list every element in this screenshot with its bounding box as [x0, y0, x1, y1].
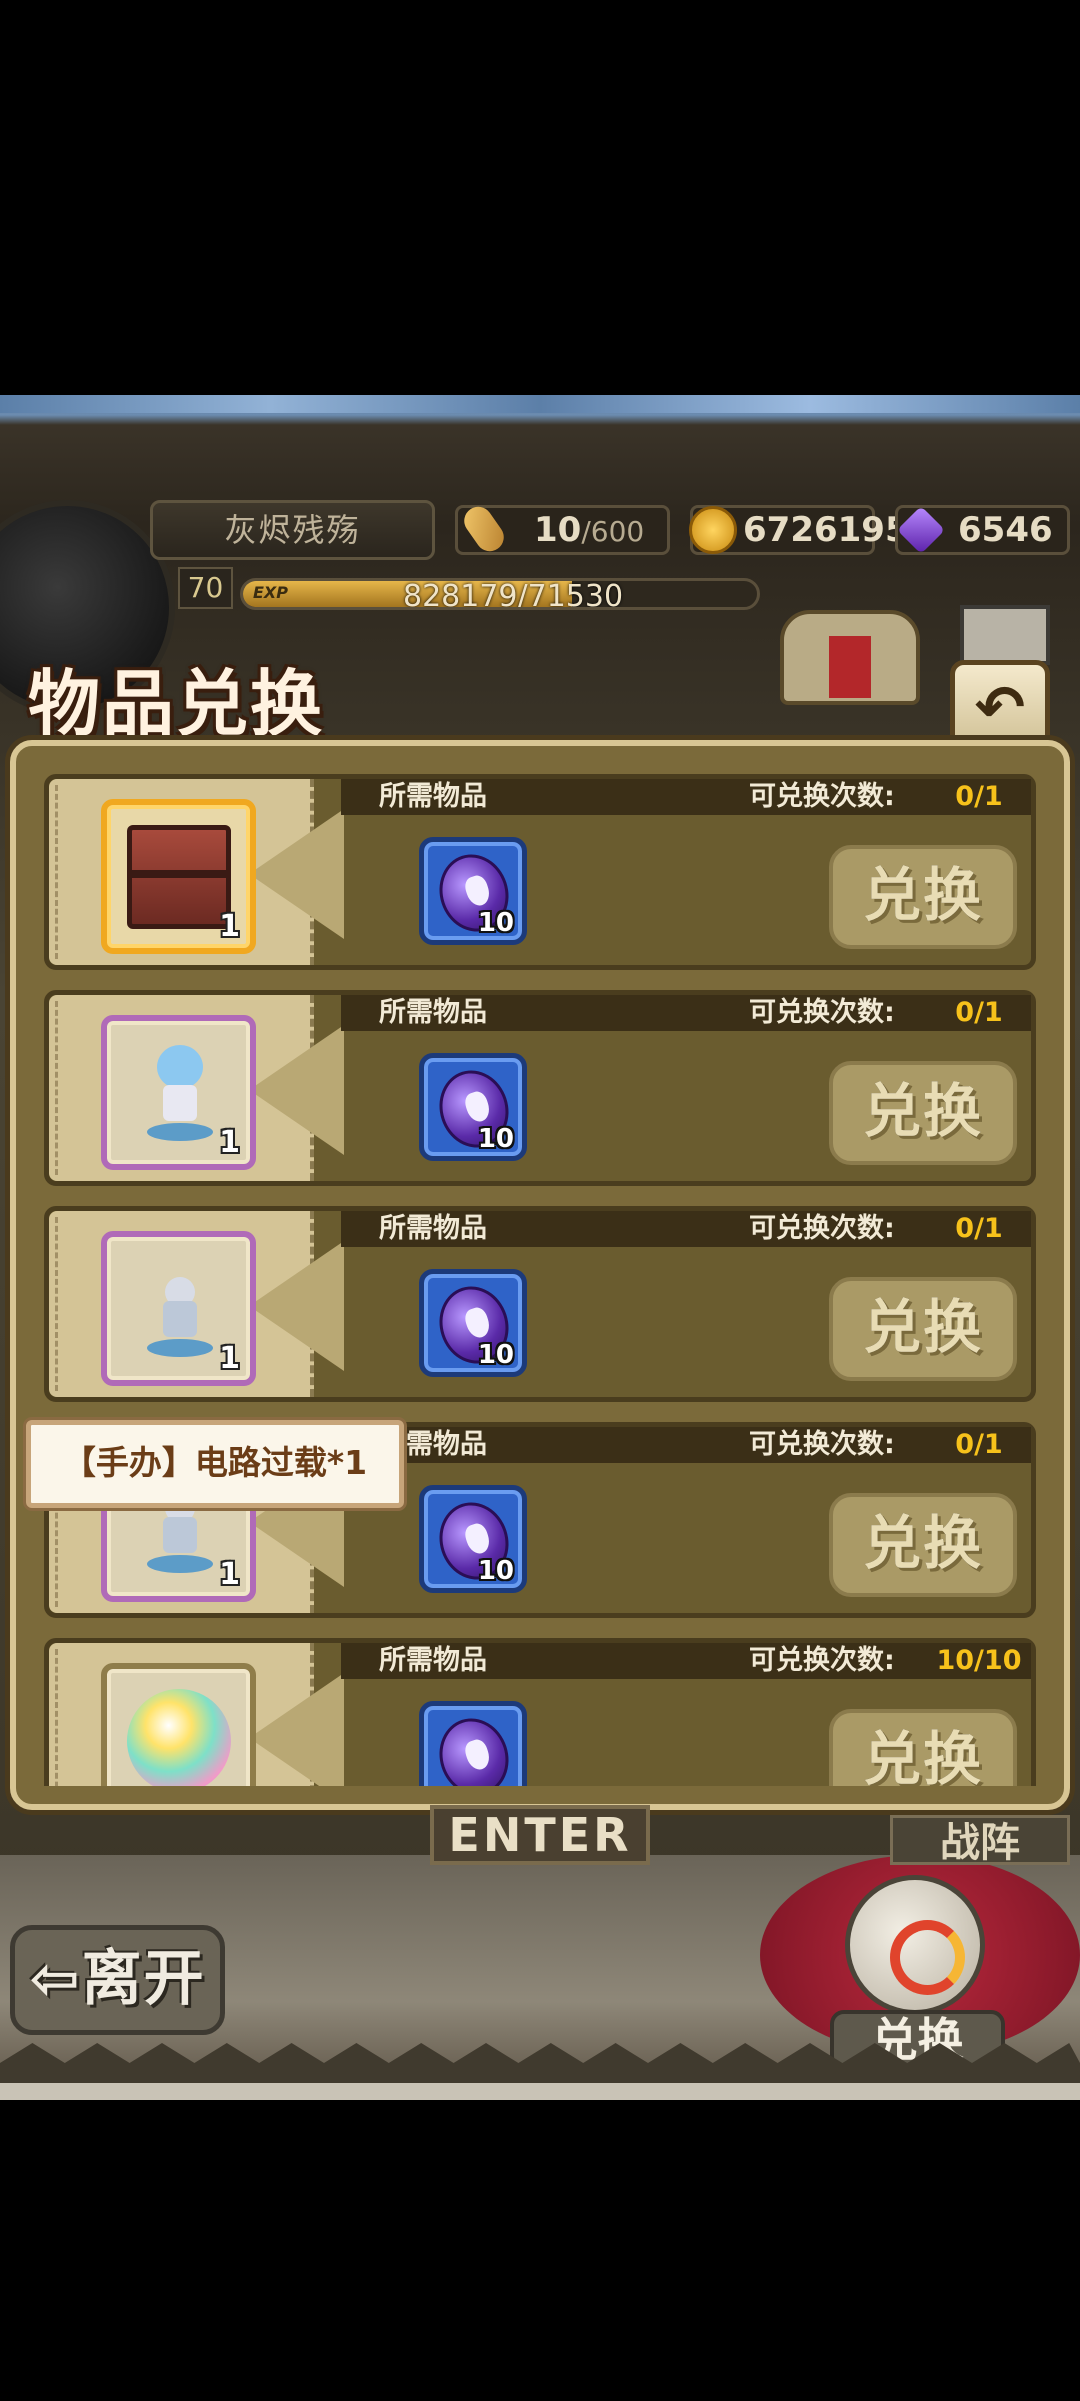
cost-item-slot[interactable]: 10: [419, 1053, 527, 1161]
exchange-button[interactable]: 兑换: [829, 845, 1017, 949]
exchange-row: 所需物品 可兑换次数: 10/10 兑换: [44, 1638, 1036, 1786]
exchange-button[interactable]: 兑换: [829, 1493, 1017, 1597]
game-screen: 灰烬残殇 10/600 6726195 6546 70 EXP 828179/7…: [0, 395, 1080, 2100]
reward-quantity: 1: [219, 1125, 240, 1160]
item-tooltip: 【手办】电路过载*1: [26, 1420, 404, 1508]
required-items-label: 所需物品: [379, 1213, 487, 1244]
gold-counter[interactable]: 6726195: [689, 505, 909, 555]
level-badge: 70: [178, 567, 233, 609]
bottom-strip: [0, 2083, 1080, 2100]
stamina-value: 10: [534, 510, 582, 550]
exp-bar: EXP 828179/71530: [240, 578, 760, 610]
gold-value: 6726195: [743, 510, 909, 550]
figure-icon: [127, 1041, 231, 1145]
exchange-button[interactable]: 兑换: [829, 1709, 1017, 1786]
exchange-nav-button[interactable]: 兑换: [820, 1875, 1010, 2075]
cost-quantity: 10: [477, 1340, 514, 1370]
gem-value: 6546: [958, 510, 1053, 550]
exchange-bag-icon: [845, 1875, 985, 2015]
battle-formation-sign[interactable]: 战阵: [890, 1815, 1070, 1866]
reward-slot[interactable]: 1: [101, 1231, 256, 1386]
cost-quantity: 10: [477, 1556, 514, 1586]
cost-item-slot[interactable]: 10: [419, 837, 527, 945]
required-items-label: 所需物品: [379, 1645, 487, 1676]
mail-icon[interactable]: [960, 605, 1050, 665]
cost-quantity: 10: [477, 1124, 514, 1154]
reward-quantity: 1: [219, 1557, 240, 1592]
exchange-limit-label: 可兑换次数:: [749, 781, 895, 812]
gem-counter[interactable]: 6546: [895, 505, 1070, 555]
exp-value: 828179/71530: [403, 579, 624, 610]
exchange-limit-value: 0/1: [955, 1429, 1003, 1460]
exp-label: EXP: [253, 583, 288, 602]
reward-quantity: 1: [219, 1341, 240, 1376]
purple-coin-icon: [429, 1709, 519, 1786]
required-items-label: 所需物品: [379, 997, 487, 1028]
exchange-limit-value: 0/1: [955, 997, 1003, 1028]
back-arrow-icon: ↶: [974, 673, 1026, 743]
orb-icon: [127, 1689, 231, 1786]
exchange-button[interactable]: 兑换: [829, 1061, 1017, 1165]
exchange-limit-value: 0/1: [955, 781, 1003, 812]
cost-item-slot[interactable]: 10: [419, 1485, 527, 1593]
gold-coin-icon: [689, 506, 737, 554]
left-arrow-icon: ⇦: [29, 1944, 82, 2014]
purple-gem-icon: [896, 505, 946, 555]
reward-slot[interactable]: 1: [101, 1015, 256, 1170]
required-items-label: 所需物品: [379, 781, 487, 812]
leave-label: 离开: [81, 1944, 206, 2014]
exchange-limit-label: 可兑换次数:: [749, 997, 895, 1028]
cost-item-slot[interactable]: [419, 1701, 527, 1786]
exchange-row: 1 所需物品 可兑换次数: 0/1 10 兑换: [44, 1206, 1036, 1402]
enter-sign[interactable]: ENTER: [430, 1805, 650, 1865]
exchange-limit-label: 可兑换次数:: [749, 1429, 895, 1460]
exchange-row: 1 所需物品 可兑换次数: 0/1 10 兑换: [44, 774, 1036, 970]
exchange-row: 1 所需物品 可兑换次数: 0/1 10 兑换: [44, 990, 1036, 1186]
stamina-max: /600: [581, 515, 645, 548]
reward-quantity: 1: [219, 909, 240, 944]
bread-icon: [458, 501, 510, 557]
player-name: 灰烬残殇: [150, 500, 435, 560]
exchange-panel: 1 所需物品 可兑换次数: 0/1 10 兑换 1 所需物品 可兑换次数: 0/…: [10, 740, 1070, 1810]
page-title: 物品兑换: [28, 662, 325, 746]
exchange-list[interactable]: 1 所需物品 可兑换次数: 0/1 10 兑换 1 所需物品 可兑换次数: 0/…: [34, 764, 1046, 1786]
stamina-counter[interactable]: 10/600: [455, 501, 670, 557]
exchange-limit-value: 10/10: [936, 1645, 1022, 1676]
quest-scroll-icon[interactable]: [780, 610, 920, 705]
sky-strip: [0, 395, 1080, 413]
exchange-limit-label: 可兑换次数:: [749, 1213, 895, 1244]
leave-button[interactable]: ⇦离开: [10, 1925, 225, 2035]
reward-slot[interactable]: 1: [101, 799, 256, 954]
crate-icon: [127, 825, 231, 929]
figure-icon: [127, 1257, 231, 1361]
exchange-button[interactable]: 兑换: [829, 1277, 1017, 1381]
cost-item-slot[interactable]: 10: [419, 1269, 527, 1377]
reward-slot[interactable]: [101, 1663, 256, 1786]
exchange-limit-label: 可兑换次数:: [749, 1645, 895, 1676]
exchange-limit-value: 0/1: [955, 1213, 1003, 1244]
cost-quantity: 10: [477, 908, 514, 938]
